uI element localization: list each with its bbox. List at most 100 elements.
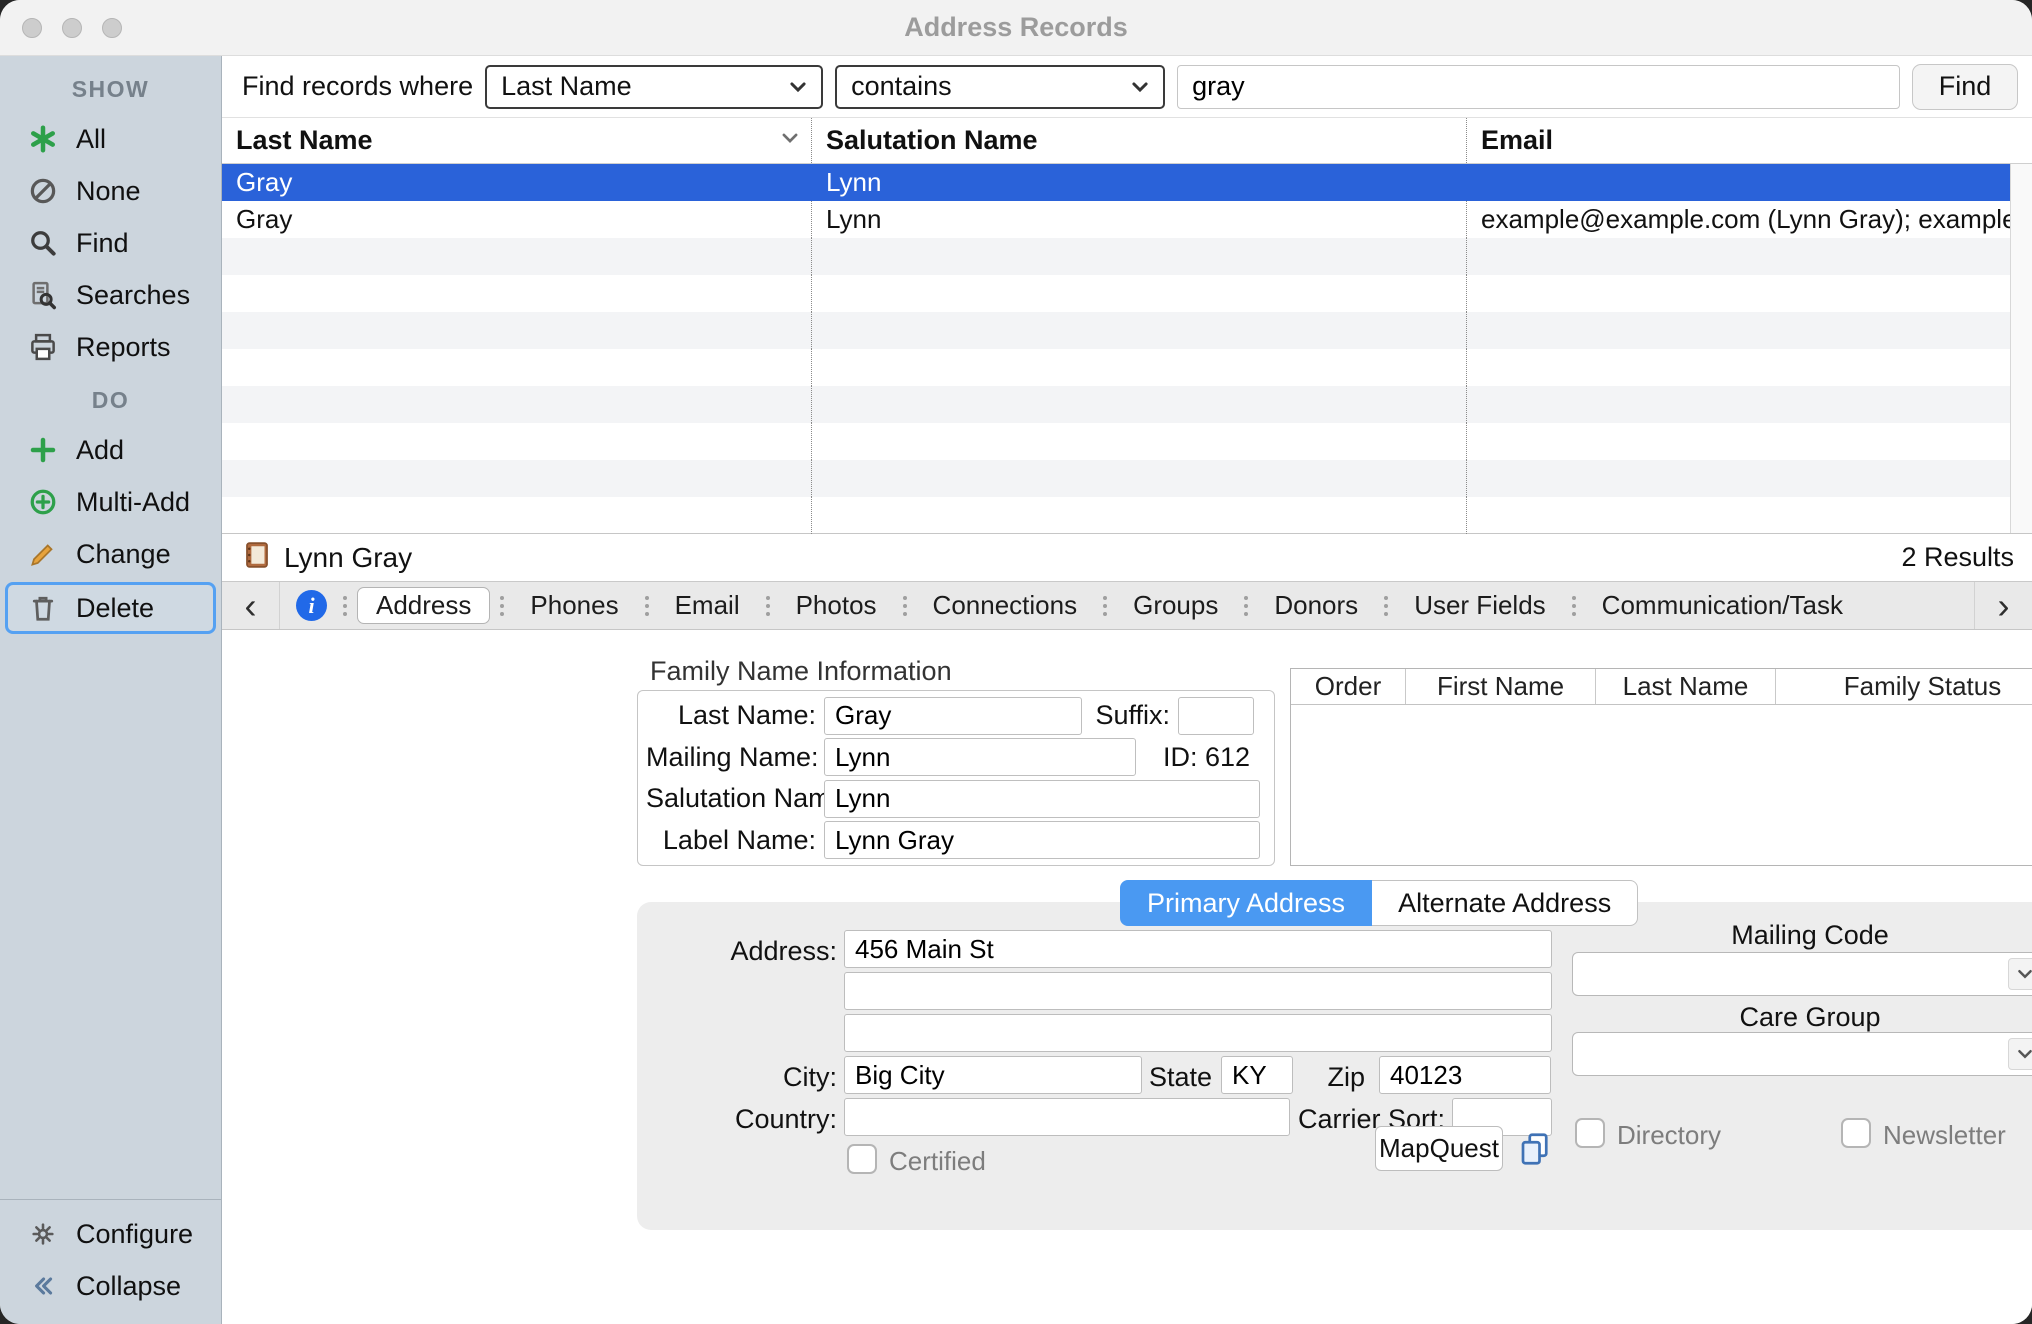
address-line2-field[interactable]: [844, 972, 1552, 1010]
last-name-field[interactable]: [824, 697, 1082, 735]
suffix-label: Suffix:: [1082, 700, 1178, 731]
operator-select[interactable]: contains: [835, 65, 1165, 109]
sidebar-item-searches[interactable]: Searches: [0, 269, 221, 321]
mailing-code-label: Mailing Code: [1572, 920, 2032, 951]
tab-address[interactable]: Address: [357, 587, 490, 624]
tab-separator-dots-icon: [641, 582, 653, 629]
tab-separator-dots-icon: [1380, 582, 1392, 629]
primary-address-tab[interactable]: Primary Address: [1120, 880, 1372, 926]
column-header-salutation-name[interactable]: Salutation Name: [812, 118, 1467, 163]
sidebar-item-reports[interactable]: Reports: [0, 321, 221, 373]
tab-donors[interactable]: Donors: [1256, 582, 1376, 629]
saved-search-icon: [26, 278, 60, 312]
close-button[interactable]: [22, 18, 42, 38]
sidebar-item-delete[interactable]: Delete: [5, 582, 216, 634]
care-group-select[interactable]: [1572, 1032, 2032, 1076]
chevron-down-icon: [787, 76, 809, 98]
address-tab-panel: Family Name Information Last Name: Suffi…: [222, 630, 2032, 1324]
sidebar-item-change[interactable]: Change: [0, 528, 221, 580]
sidebar-item-label: Delete: [76, 593, 154, 624]
window-title: Address Records: [904, 12, 1128, 43]
tab-user-fields[interactable]: User Fields: [1396, 582, 1563, 629]
tabs-scroll-right-button[interactable]: ›: [1974, 582, 2032, 629]
tab-separator-dots-icon: [1568, 582, 1580, 629]
copy-address-button[interactable]: [1513, 1128, 1557, 1170]
tab-connections[interactable]: Connections: [915, 582, 1096, 629]
label-name-field[interactable]: [824, 821, 1260, 859]
tab-communication-task[interactable]: Communication/Task: [1584, 582, 1861, 629]
find-button[interactable]: Find: [1912, 64, 2018, 110]
none-icon: [26, 174, 60, 208]
city-field[interactable]: [844, 1056, 1142, 1094]
suffix-field[interactable]: [1178, 697, 1254, 735]
info-icon: i: [296, 590, 327, 621]
configure-label: Configure: [76, 1219, 193, 1250]
sort-chevron-icon: [779, 125, 801, 156]
sidebar-item-label: Reports: [76, 332, 171, 363]
column-header-last-name[interactable]: Last Name: [1596, 669, 1776, 704]
address-line1-field[interactable]: [844, 930, 1552, 968]
mailing-name-label: Mailing Name:: [646, 742, 824, 773]
tab-separator-dots-icon: [1099, 582, 1111, 629]
country-label: Country:: [637, 1104, 837, 1135]
newsletter-label: Newsletter: [1883, 1120, 2006, 1151]
column-header-last-name[interactable]: Last Name: [222, 118, 812, 163]
table-body: Gray Lynn Gray Lynn example@example.com …: [222, 164, 2032, 534]
state-field[interactable]: [1221, 1056, 1293, 1094]
zip-field[interactable]: [1379, 1056, 1551, 1094]
tab-phones[interactable]: Phones: [512, 582, 636, 629]
record-info-button[interactable]: i: [280, 582, 335, 629]
sidebar-item-add[interactable]: Add: [0, 424, 221, 476]
column-header-email[interactable]: Email: [1467, 118, 2010, 163]
table-row-empty: [222, 275, 2010, 312]
collapse-button[interactable]: Collapse: [0, 1260, 221, 1312]
column-header-first-name[interactable]: First Name: [1406, 669, 1596, 704]
certified-label: Certified: [889, 1146, 986, 1177]
configure-button[interactable]: Configure: [0, 1208, 221, 1260]
scrollbar-track[interactable]: [2010, 164, 2032, 533]
table-row-empty: [222, 460, 2010, 497]
sidebar: SHOW All None: [0, 56, 222, 1324]
mailing-name-field[interactable]: [824, 738, 1136, 776]
collapse-label: Collapse: [76, 1271, 181, 1302]
mailing-code-select[interactable]: [1572, 952, 2032, 996]
field-select[interactable]: Last Name: [485, 65, 823, 109]
newsletter-checkbox[interactable]: [1841, 1118, 1871, 1148]
mapquest-button[interactable]: MapQuest: [1375, 1126, 1503, 1171]
record-id-text: ID: 612: [1163, 742, 1250, 773]
table-row-empty: [222, 386, 2010, 423]
tabs-scroll-left-button[interactable]: ‹: [222, 582, 280, 629]
copy-icon: [1517, 1131, 1553, 1167]
certified-checkbox[interactable]: [847, 1144, 877, 1174]
directory-checkbox[interactable]: [1575, 1118, 1605, 1148]
salutation-name-field[interactable]: [824, 780, 1260, 818]
asterisk-icon: [26, 122, 60, 156]
address-segmented-control: Primary Address Alternate Address: [1120, 880, 1638, 926]
tab-photos[interactable]: Photos: [778, 582, 895, 629]
sidebar-section-show: SHOW: [0, 62, 221, 113]
tab-email[interactable]: Email: [657, 582, 758, 629]
sidebar-item-label: All: [76, 124, 106, 155]
address-label: Address:: [637, 936, 837, 967]
table-row[interactable]: Gray Lynn: [222, 164, 2010, 201]
sidebar-item-multi-add[interactable]: Multi-Add: [0, 476, 221, 528]
sidebar-item-find[interactable]: Find: [0, 217, 221, 269]
address-line3-field[interactable]: [844, 1014, 1552, 1052]
column-header-order[interactable]: Order: [1291, 669, 1406, 704]
search-input[interactable]: [1177, 65, 1900, 109]
table-row[interactable]: Gray Lynn example@example.com (Lynn Gray…: [222, 201, 2010, 238]
sidebar-item-none[interactable]: None: [0, 165, 221, 217]
record-name: Lynn Gray: [284, 542, 412, 574]
title-bar: Address Records: [0, 0, 2032, 56]
alternate-address-tab[interactable]: Alternate Address: [1372, 880, 1638, 926]
tab-groups[interactable]: Groups: [1115, 582, 1236, 629]
minimize-button[interactable]: [62, 18, 82, 38]
pencil-icon: [26, 537, 60, 571]
sidebar-item-all[interactable]: All: [0, 113, 221, 165]
column-header-family-status[interactable]: Family Status: [1776, 669, 2032, 704]
sidebar-item-label: Multi-Add: [76, 487, 190, 518]
zoom-button[interactable]: [102, 18, 122, 38]
find-bar: Find records where Last Name contains Fi…: [222, 56, 2032, 118]
chevron-down-icon: [2008, 958, 2032, 990]
country-field[interactable]: [844, 1098, 1290, 1136]
